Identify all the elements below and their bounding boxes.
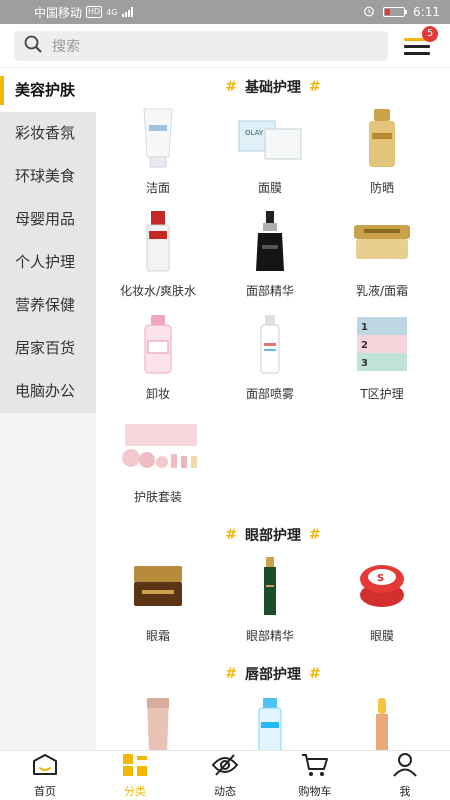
signal-icon [121, 7, 133, 17]
sidebar-item-home-goods[interactable]: 居家百货 [0, 327, 96, 370]
clock-time: 6:11 [413, 5, 440, 19]
sidebar-item-computer-office[interactable]: 电脑办公 [0, 370, 96, 413]
serum-bottle-icon [235, 208, 305, 274]
toner-bottle-icon [123, 208, 193, 274]
eye-care-grid: 眼霜 眼部精华 S 眼膜 [96, 553, 450, 656]
alarm-icon [363, 5, 375, 20]
sidebar-item-global-food[interactable]: 环球美食 [0, 155, 96, 198]
menu-button[interactable]: 5 [404, 26, 438, 58]
nose-strips-icon: 1 2 3 [347, 311, 417, 377]
cream-jar-icon [347, 208, 417, 274]
category-eye-mask[interactable]: S 眼膜 [326, 553, 438, 656]
category-lip-item-2[interactable] [214, 692, 326, 750]
network-type: 4G [106, 7, 118, 17]
category-serum[interactable]: 面部精华 [214, 208, 326, 311]
subcategory-panel: # 基础护理 # 洁面 OLAY 面膜 防晒 化妆水/爽肤水 面部精华 乳液/面… [96, 69, 450, 750]
eye-cream-jar-icon [123, 553, 193, 619]
eye-mask-jar-icon: S [347, 553, 417, 619]
search-input[interactable]: 搜索 [14, 30, 388, 61]
cart-icon [301, 753, 329, 781]
message-count-badge: 5 [422, 26, 438, 42]
section-title-eye-care: # 眼部护理 # [225, 527, 321, 544]
category-icon [122, 753, 148, 781]
category-lip-item-1[interactable] [102, 692, 214, 750]
face-mask-box-icon: OLAY [235, 105, 305, 171]
category-t-zone-care[interactable]: 123 T区护理 [326, 311, 438, 414]
category-makeup-remover[interactable]: 卸妆 [102, 311, 214, 414]
header: 搜索 5 [0, 24, 450, 68]
category-face-mask[interactable]: OLAY 面膜 [214, 105, 326, 208]
user-icon [392, 752, 418, 781]
nav-home[interactable]: 首页 [0, 751, 90, 800]
search-icon [24, 35, 42, 57]
svg-text:3: 3 [361, 358, 368, 369]
category-face-spray[interactable]: 面部喷雾 [214, 311, 326, 414]
sidebar-item-personal-care[interactable]: 个人护理 [0, 241, 96, 284]
basic-care-grid: 洁面 OLAY 面膜 防晒 化妆水/爽肤水 面部精华 乳液/面霜 卸妆 面部喷雾… [96, 105, 450, 517]
sidebar-item-mother-baby[interactable]: 母婴用品 [0, 198, 96, 241]
sidebar-item-beauty-skincare[interactable]: 美容护肤 [0, 69, 96, 112]
category-toner[interactable]: 化妆水/爽肤水 [102, 208, 214, 311]
eye-slash-icon [211, 753, 239, 781]
nav-cart[interactable]: 购物车 [270, 751, 360, 800]
home-icon [31, 753, 59, 781]
category-sunscreen[interactable]: 防晒 [326, 105, 438, 208]
search-placeholder: 搜索 [52, 38, 80, 55]
category-lotion-cream[interactable]: 乳液/面霜 [326, 208, 438, 311]
category-skincare-set[interactable]: 护肤套装 [102, 414, 214, 517]
makeup-remover-bottle-icon [123, 311, 193, 377]
category-lip-item-3[interactable] [326, 692, 438, 750]
status-bar: 中国移动 HD 4G 6:11 [0, 0, 450, 24]
nav-feed[interactable]: 动态 [180, 751, 270, 800]
section-title-basic-care: # 基础护理 # [225, 79, 321, 96]
svg-text:1: 1 [361, 322, 368, 333]
category-cleanser[interactable]: 洁面 [102, 105, 214, 208]
lip-balm-icon [347, 692, 417, 750]
section-title-lip-care: # 唇部护理 # [225, 666, 321, 683]
category-sidebar: 美容护肤 彩妆香氛 环球美食 母婴用品 个人护理 营养保健 居家百货 电脑办公 [0, 69, 96, 750]
sunscreen-bottle-icon [347, 105, 417, 171]
cleanser-tube-icon [123, 105, 193, 171]
face-spray-icon [235, 311, 305, 377]
skincare-set-icon [113, 414, 203, 480]
nav-me[interactable]: 我 [360, 751, 450, 800]
lip-care-grid [96, 692, 450, 750]
svg-text:2: 2 [361, 340, 368, 351]
category-eye-serum[interactable]: 眼部精华 [214, 553, 326, 656]
hd-indicator: HD [86, 6, 103, 18]
lip-bottle-icon [235, 692, 305, 750]
carrier-name: 中国移动 [34, 5, 83, 20]
eye-serum-tube-icon [235, 553, 305, 619]
category-eye-cream[interactable]: 眼霜 [102, 553, 214, 656]
sidebar-item-makeup-fragrance[interactable]: 彩妆香氛 [0, 112, 96, 155]
nav-category[interactable]: 分类 [90, 751, 180, 800]
sidebar-item-nutrition-health[interactable]: 营养保健 [0, 284, 96, 327]
lip-tube-icon [123, 692, 193, 750]
svg-text:OLAY: OLAY [245, 129, 264, 137]
bottom-navigation: 首页 分类 动态 购物车 我 [0, 750, 450, 800]
svg-text:S: S [377, 573, 384, 584]
battery-icon [383, 7, 408, 17]
